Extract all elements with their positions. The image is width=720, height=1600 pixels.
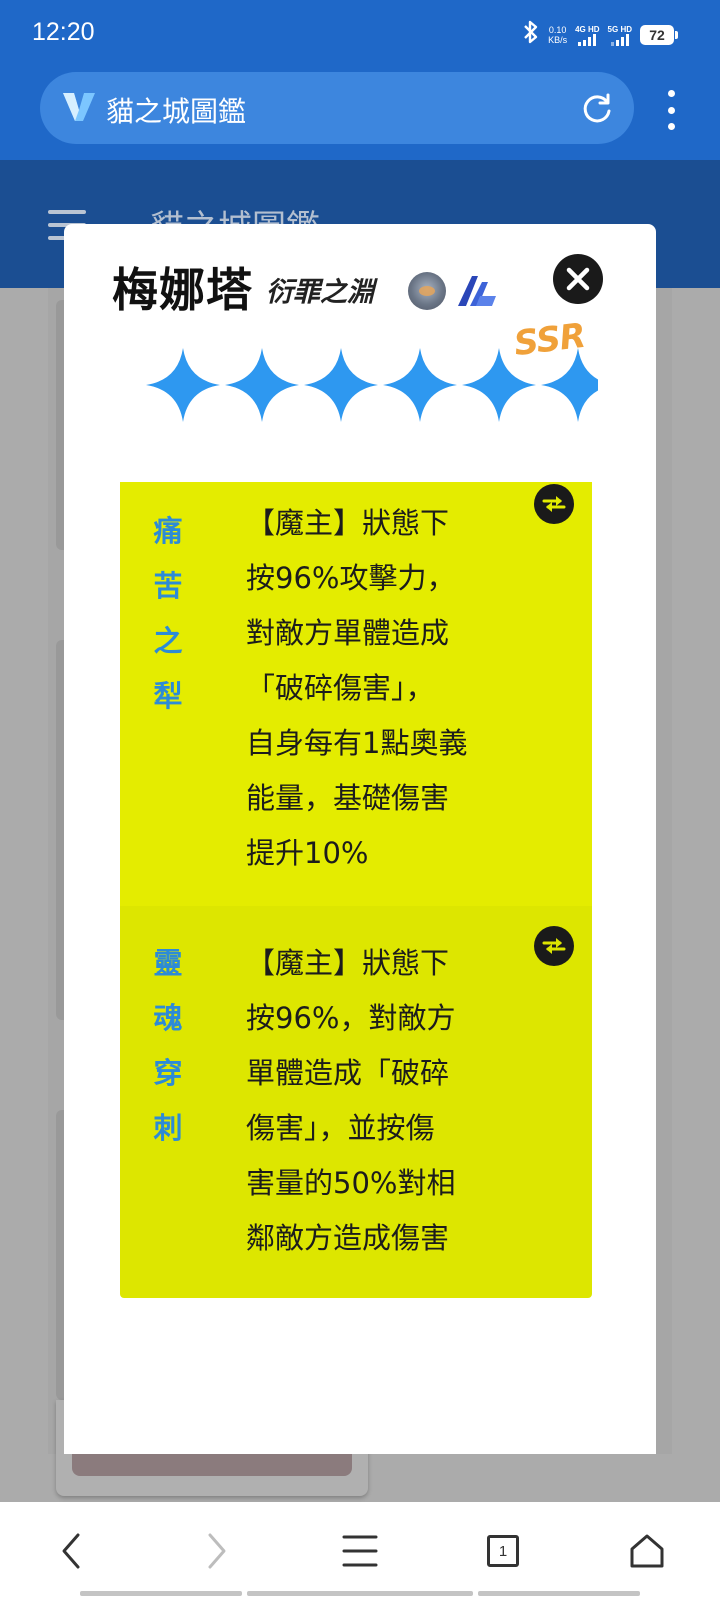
status-icons: 0.10 KB/s 4G HD 5G HD 72 (522, 20, 678, 50)
bottom-navigation: 1 (0, 1502, 720, 1600)
menu-button[interactable] (325, 1502, 395, 1600)
chevron-right-icon (208, 1533, 226, 1569)
skill-name-char: 痛 (153, 514, 183, 548)
skill-description-line: 按96%攻擊力， (246, 561, 456, 595)
skill-description-line: 「破碎傷害」， (246, 671, 435, 705)
sim2-signal: 5G HD (608, 25, 632, 46)
forward-button[interactable] (182, 1502, 252, 1600)
skill-description-line: 能量，基礎傷害 (246, 781, 450, 815)
status-time: 12:20 (32, 18, 95, 46)
browser-toolbar: 貓之城圖鑑 (0, 66, 720, 160)
skill-name-char: 刺 (153, 1111, 183, 1145)
skill-description-line: 自身每有1點奧義 (246, 726, 468, 760)
battery-icon: 72 (640, 25, 678, 45)
star-icon (541, 348, 598, 422)
star-icon (146, 348, 220, 422)
signal-bars-icon (610, 33, 629, 46)
skill-name-char: 之 (153, 624, 183, 658)
skill-description-line: 鄰敵方造成傷害 (246, 1221, 450, 1255)
address-text: 貓之城圖鑑 (106, 95, 247, 128)
skill-description-line: 按96%，對敵方 (246, 1001, 456, 1035)
network-speed: 0.10 KB/s (548, 25, 567, 45)
back-button[interactable] (36, 1502, 106, 1600)
skill-description-line: 傷害」，並按傷 (246, 1111, 435, 1145)
swap-icon[interactable] (534, 484, 574, 524)
star-icon (225, 348, 299, 422)
star-icon (383, 348, 457, 422)
skill-description-line: 【魔主】狀態下 (246, 506, 450, 540)
skill-name-char: 犁 (153, 679, 183, 713)
character-name: 梅娜塔 (112, 263, 253, 317)
skill-description-line: 對敵方單體造成 (246, 616, 450, 650)
menu-icon (342, 1535, 378, 1567)
star-rating (146, 348, 598, 422)
skill-description-line: 單體造成「破碎 (246, 1056, 450, 1090)
class-icon (456, 270, 498, 314)
skill-description: 【魔主】狀態下 按96%攻擊力， 對敵方單體造成 「破碎傷害」， 自身每有1點奧… (246, 496, 546, 881)
skill-name: 痛 苦 之 犁 (150, 504, 186, 724)
more-options-icon[interactable] (664, 90, 678, 130)
close-icon (566, 267, 590, 291)
skill-name-char: 苦 (153, 569, 183, 603)
skill-description-line: 提升10% (246, 836, 369, 870)
home-icon (630, 1534, 664, 1568)
skill-description-line: 【魔主】狀態下 (246, 946, 450, 980)
close-button[interactable] (553, 254, 603, 304)
chevron-left-icon (62, 1533, 80, 1569)
skill-card: 痛 苦 之 犁 【魔主】狀態下 按96%攻擊力， 對敵方單體造成 「破碎傷害」，… (120, 482, 592, 906)
bluetooth-icon (522, 20, 540, 50)
star-icon (462, 348, 536, 422)
gesture-bar (478, 1591, 640, 1596)
signal-bars-icon (578, 33, 597, 46)
swap-icon[interactable] (534, 926, 574, 966)
skill-name-char: 穿 (153, 1056, 183, 1090)
sim1-label: 4G HD (575, 24, 600, 34)
network-speed-value: 0.10 (548, 25, 567, 35)
tab-count: 1 (498, 1542, 508, 1560)
star-icon (304, 348, 378, 422)
address-bar[interactable]: 貓之城圖鑑 (40, 72, 634, 144)
skill-name: 靈 魂 穿 刺 (150, 936, 186, 1156)
skill-description: 【魔主】狀態下 按96%，對敵方 單體造成「破碎 傷害」，並按傷 害量的50%對… (246, 936, 546, 1266)
sim1-signal: 4G HD (575, 24, 600, 46)
skill-name-char: 靈 (153, 946, 183, 980)
skill-name-char: 魂 (153, 1001, 183, 1035)
status-bar: 12:20 0.10 KB/s 4G HD 5G HD 72 (0, 0, 720, 66)
site-favicon-icon (62, 92, 96, 126)
gesture-bar (247, 1591, 473, 1596)
character-faction: 衍罪之淵 (266, 277, 374, 308)
skill-description-line: 害量的50%對相 (246, 1166, 456, 1200)
sim2-label: 5G HD (607, 24, 632, 34)
skill-card: 靈 魂 穿 刺 【魔主】狀態下 按96%，對敵方 單體造成「破碎 傷害」，並按傷… (120, 906, 592, 1298)
gesture-bar (80, 1591, 242, 1596)
reload-icon[interactable] (580, 92, 614, 130)
element-icon (408, 272, 446, 310)
tabs-button[interactable]: 1 (468, 1502, 538, 1600)
network-speed-unit: KB/s (548, 35, 568, 45)
character-modal: 梅娜塔 衍罪之淵 SSR 痛 苦 之 犁 【魔主】狀態下 按96%攻擊力， 對敵… (64, 224, 656, 1454)
tabs-icon: 1 (487, 1535, 519, 1567)
home-button[interactable] (612, 1502, 682, 1600)
